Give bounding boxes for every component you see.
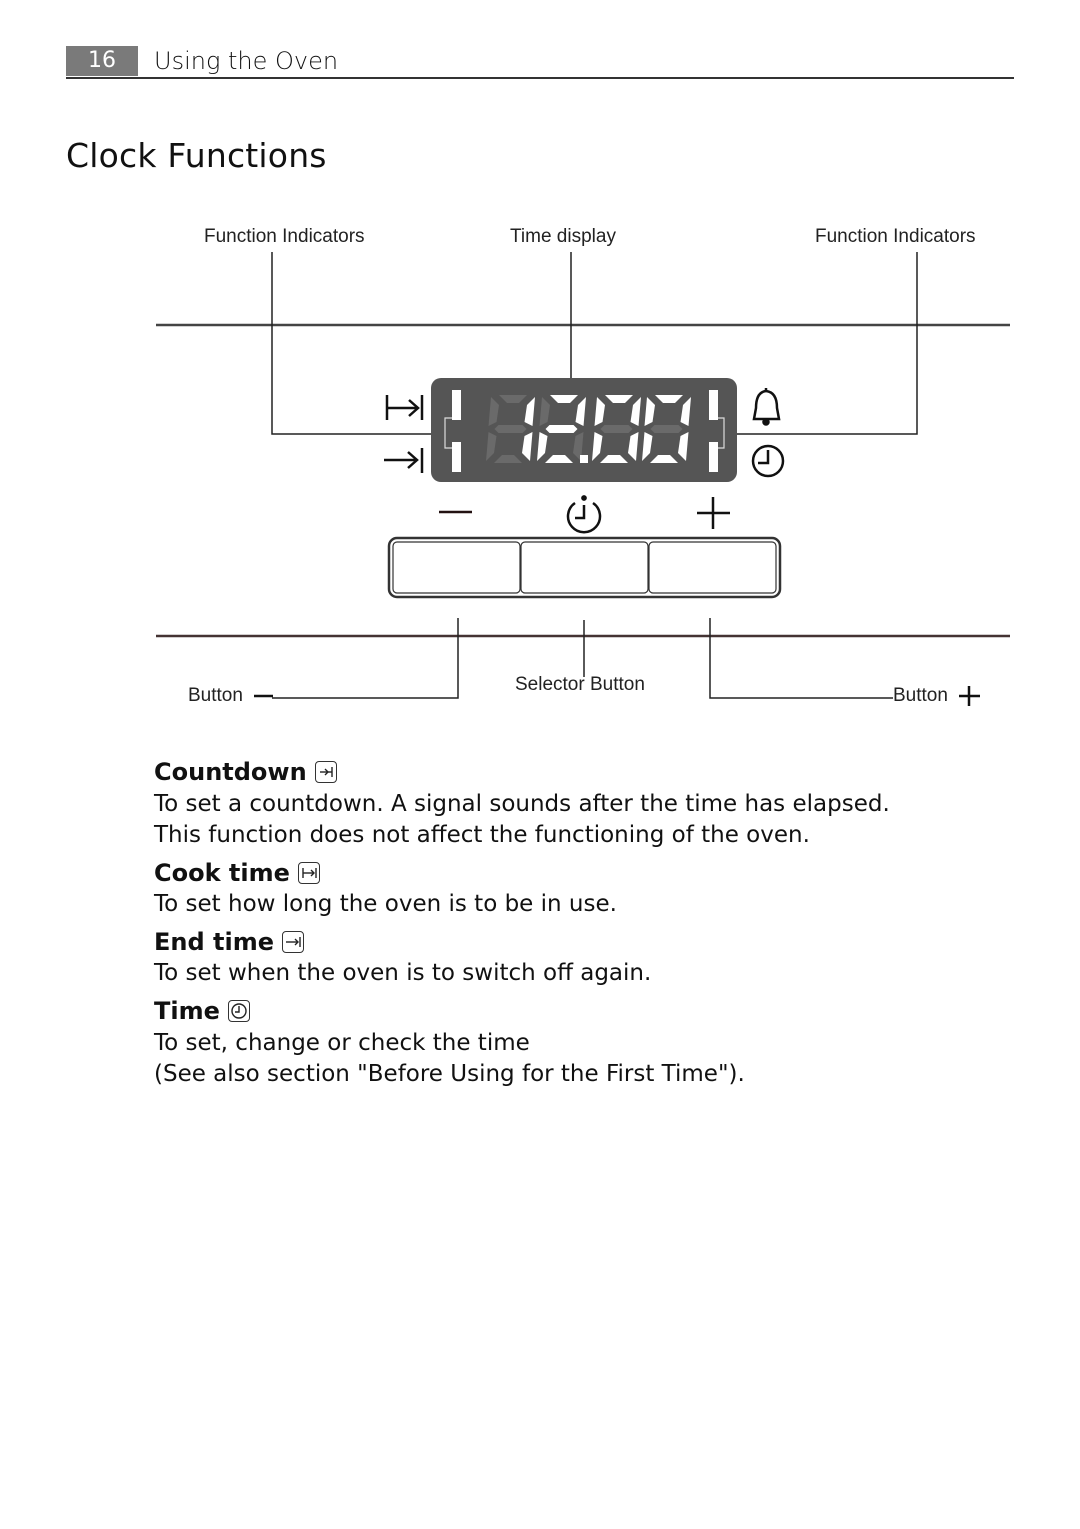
entry-cook-time-title: Cook time xyxy=(154,859,320,887)
plus-glyph xyxy=(959,686,980,706)
cook-time-icon xyxy=(297,862,320,884)
label-button-plus: Button xyxy=(893,685,948,706)
entry-end-time-line: To set when the oven is to switch off ag… xyxy=(154,960,652,986)
selector-button xyxy=(520,541,649,594)
leader-button-plus xyxy=(709,618,893,699)
indicator-bar xyxy=(709,442,718,472)
time-display xyxy=(431,378,737,482)
entry-countdown-line: This function does not affect the functi… xyxy=(154,822,810,848)
entry-countdown-line: To set a countdown. A signal sounds afte… xyxy=(154,791,890,817)
entry-cook-time-line: To set how long the oven is to be in use… xyxy=(154,891,617,917)
label-function-indicators-right: Function Indicators xyxy=(815,226,976,247)
label-function-indicators-left: Function Indicators xyxy=(204,226,365,247)
entry-time-line: To set, change or check the time xyxy=(154,1030,530,1056)
indicator-bar xyxy=(452,390,461,420)
bell-icon xyxy=(752,388,781,426)
indicator-bar xyxy=(452,442,461,472)
digit-segment-dim xyxy=(494,425,527,433)
clock-icon xyxy=(227,1000,250,1022)
cook-time-icon xyxy=(385,395,424,420)
label-selector-button: Selector Button xyxy=(515,674,645,695)
end-time-icon xyxy=(282,931,304,953)
decimal-point xyxy=(580,455,588,463)
clock-icon xyxy=(751,444,785,478)
digit-segment-dim xyxy=(600,425,633,433)
plus-symbol xyxy=(697,497,730,529)
control-panel-diagram xyxy=(156,252,1010,706)
indicator-bar xyxy=(709,390,718,420)
plus-button xyxy=(648,541,777,594)
selector-clock-icon xyxy=(566,495,602,534)
label-time-display: Time display xyxy=(510,226,616,247)
leader-button-minus xyxy=(272,618,459,699)
digit-segment-lit xyxy=(545,425,578,433)
end-time-icon xyxy=(384,448,424,473)
digit-segment-dim xyxy=(650,425,683,433)
entry-time-line: (See also section "Before Using for the … xyxy=(154,1061,745,1087)
entry-time-title: Time xyxy=(154,997,250,1025)
entry-countdown-title: Countdown xyxy=(154,758,337,786)
label-button-minus: Button xyxy=(188,685,243,706)
countdown-icon xyxy=(314,761,337,783)
minus-button xyxy=(392,541,521,594)
entry-end-time-title: End time xyxy=(154,928,304,956)
